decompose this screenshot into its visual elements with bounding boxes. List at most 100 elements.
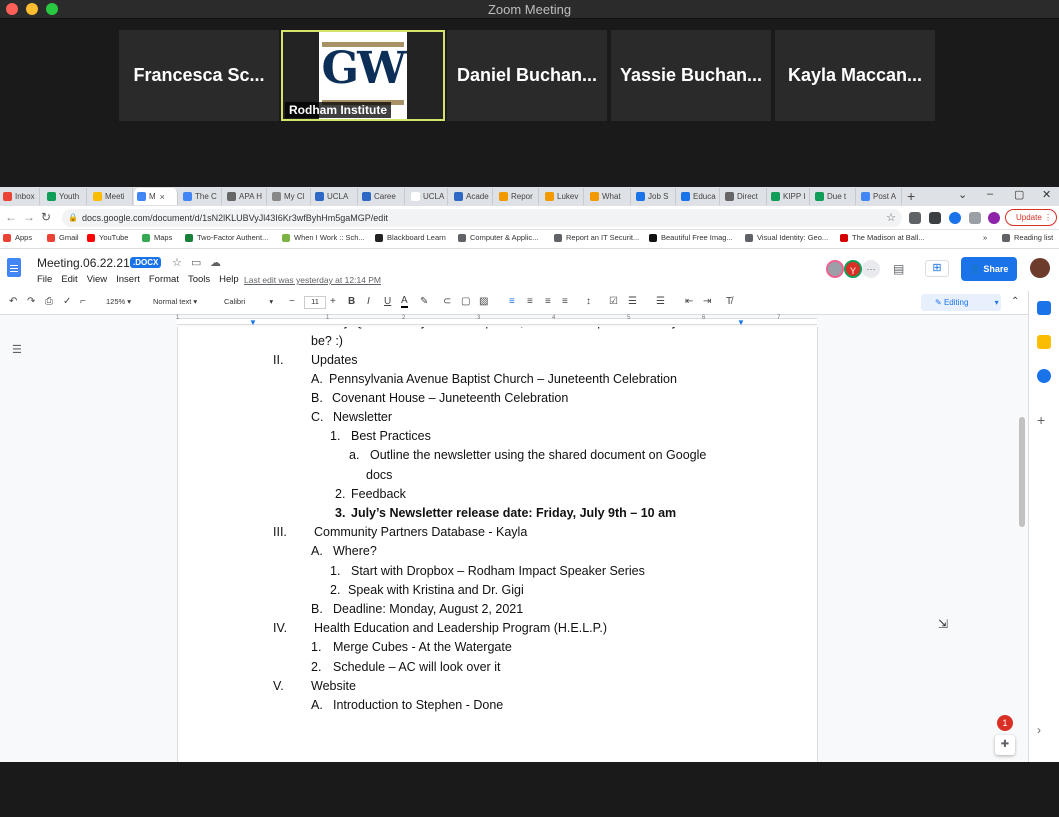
tasks-icon[interactable]: [1037, 369, 1051, 383]
document-line[interactable]: Pennsylvania Avenue Baptist Church – Jun…: [329, 372, 677, 386]
underline-icon[interactable]: U: [384, 296, 391, 307]
bookmark-item[interactable]: YouTube: [87, 233, 128, 242]
browser-tab[interactable]: M ×: [134, 188, 178, 205]
checklist-icon[interactable]: ☑: [609, 296, 618, 307]
url-input[interactable]: 🔒 docs.google.com/document/d/1sN2lKLUBVy…: [62, 209, 902, 227]
align-center-icon[interactable]: ≡: [527, 296, 533, 307]
bookmark-item[interactable]: Apps: [3, 233, 32, 242]
expand-panel-icon[interactable]: ›: [1037, 723, 1051, 737]
document-line[interactable]: Community Partners Database - Kayla: [314, 525, 527, 539]
print-icon[interactable]: ⎙: [45, 296, 53, 307]
justify-icon[interactable]: ≡: [562, 296, 568, 307]
profile-avatar[interactable]: [988, 212, 1000, 224]
document-line[interactable]: Speak with Kristina and Dr. Gigi: [348, 583, 524, 597]
add-ons-plus-icon[interactable]: +: [1037, 413, 1051, 427]
star-icon[interactable]: ☆: [172, 256, 182, 269]
browser-tab[interactable]: Job S: [633, 188, 676, 205]
spellcheck-icon[interactable]: ✓: [63, 296, 71, 307]
explore-icon[interactable]: ✚: [995, 735, 1015, 755]
document-line[interactable]: Schedule – AC will look over it: [333, 660, 500, 674]
document-line[interactable]: Feedback: [351, 487, 406, 501]
font-size-input[interactable]: 11: [304, 296, 326, 309]
clear-formatting-icon[interactable]: T̸: [726, 296, 732, 307]
keep-icon[interactable]: [1037, 335, 1051, 349]
close-icon[interactable]: ✕: [1042, 188, 1051, 201]
redo-icon[interactable]: ↷: [27, 296, 35, 307]
document-line[interactable]: docs: [366, 468, 392, 482]
bookmark-star-icon[interactable]: ☆: [886, 209, 896, 227]
move-folder-icon[interactable]: ▭: [191, 256, 201, 269]
bookmarks-overflow[interactable]: »: [983, 233, 987, 242]
document-line[interactable]: Newsletter: [333, 410, 392, 424]
menu-file[interactable]: File: [37, 274, 52, 285]
extension-icon[interactable]: [949, 212, 961, 224]
menu-insert[interactable]: Insert: [116, 274, 140, 285]
more-collaborators-icon[interactable]: ⋯: [862, 260, 880, 278]
collaborator-avatar[interactable]: Y: [844, 260, 862, 278]
new-tab-button[interactable]: +: [907, 188, 915, 204]
cloud-status-icon[interactable]: ☁: [210, 256, 221, 269]
extension-icon[interactable]: [929, 212, 941, 224]
document-line[interactable]: Introduction to Stephen - Done: [333, 698, 503, 712]
paint-format-icon[interactable]: ⌐: [80, 296, 86, 307]
bookmark-item[interactable]: Two-Factor Authent...: [185, 233, 268, 242]
zoom-select[interactable]: 125% ▾: [106, 297, 131, 306]
increase-font-size-icon[interactable]: +: [330, 296, 336, 307]
extensions-puzzle-icon[interactable]: [969, 212, 981, 224]
browser-tab[interactable]: Repor: [496, 188, 539, 205]
document-line[interactable]: Covenant House – Juneteenth Celebration: [332, 391, 568, 405]
line-spacing-icon[interactable]: ↕: [586, 296, 591, 307]
undo-icon[interactable]: ↶: [9, 296, 17, 307]
participant-tile[interactable]: Kayla Maccan...: [775, 30, 935, 121]
highlight-icon[interactable]: ✎: [420, 296, 428, 307]
document-outline-icon[interactable]: ☰: [12, 343, 22, 356]
bookmark-item[interactable]: Gmail: [47, 233, 79, 242]
forward-icon[interactable]: →: [23, 210, 35, 224]
browser-tab[interactable]: Meeti: [90, 188, 133, 205]
browser-tab[interactable]: Youth: [44, 188, 87, 205]
menu-tools[interactable]: Tools: [188, 274, 210, 285]
bookmark-item[interactable]: Report an IT Securit...: [554, 233, 639, 242]
document-line[interactable]: Outline the newsletter using the shared …: [370, 448, 706, 462]
document-line[interactable]: Where?: [333, 544, 377, 558]
decrease-font-size-icon[interactable]: −: [289, 296, 295, 307]
docs-logo-icon[interactable]: [7, 258, 21, 277]
link-icon[interactable]: ⊂: [443, 296, 451, 307]
browser-tab[interactable]: Acade: [451, 188, 493, 205]
document-line[interactable]: Website: [311, 679, 356, 693]
browser-tab[interactable]: My Cl: [269, 188, 311, 205]
document-title[interactable]: Meeting.06.22.21: [37, 256, 130, 270]
reload-icon[interactable]: ↻: [41, 210, 51, 224]
browser-tab[interactable]: APA H: [224, 188, 267, 205]
bookmark-item[interactable]: Maps: [142, 233, 172, 242]
decrease-indent-icon[interactable]: ⇤: [685, 296, 693, 307]
increase-indent-icon[interactable]: ⇥: [703, 296, 711, 307]
participant-tile-active-speaker[interactable]: GW Rodham Institute: [281, 30, 445, 121]
menu-edit[interactable]: Edit: [61, 274, 77, 285]
bookmark-item[interactable]: Beautiful Free Imag...: [649, 233, 733, 242]
document-scrollbar[interactable]: [1017, 327, 1028, 762]
bookmark-item[interactable]: The Madison at Ball...: [840, 233, 925, 242]
bookmark-item[interactable]: Blackboard Learn: [375, 233, 446, 242]
tab-search-icon[interactable]: ⌄: [958, 188, 967, 201]
right-indent-marker[interactable]: ▼: [737, 318, 745, 327]
present-icon[interactable]: ⊞: [925, 260, 949, 277]
bookmark-item[interactable]: Visual Identity: Geo...: [745, 233, 828, 242]
style-select[interactable]: Normal text ▾: [153, 297, 197, 306]
maximize-icon[interactable]: ▢: [1014, 188, 1024, 201]
document-line[interactable]: Health Education and Leadership Program …: [314, 621, 607, 635]
document-page[interactable]: -Funny Question: If you were a potato, w…: [177, 327, 818, 762]
participant-tile[interactable]: Francesca Sc...: [119, 30, 279, 121]
hide-menus-icon[interactable]: ⌃: [1011, 296, 1019, 307]
browser-tab[interactable]: Lukev: [542, 188, 584, 205]
browser-tab[interactable]: Post A: [858, 188, 902, 205]
image-icon[interactable]: ▨: [479, 296, 488, 307]
menu-view[interactable]: View: [87, 274, 107, 285]
reading-list[interactable]: Reading list: [1002, 233, 1053, 242]
minimize-icon[interactable]: –: [987, 188, 993, 200]
browser-tab[interactable]: UCLA: [408, 188, 448, 205]
last-edit-link[interactable]: Last edit was yesterday at 12:14 PM: [244, 275, 381, 285]
browser-tab[interactable]: Due t: [812, 188, 856, 205]
extension-icon[interactable]: [909, 212, 921, 224]
calendar-icon[interactable]: [1037, 301, 1051, 315]
